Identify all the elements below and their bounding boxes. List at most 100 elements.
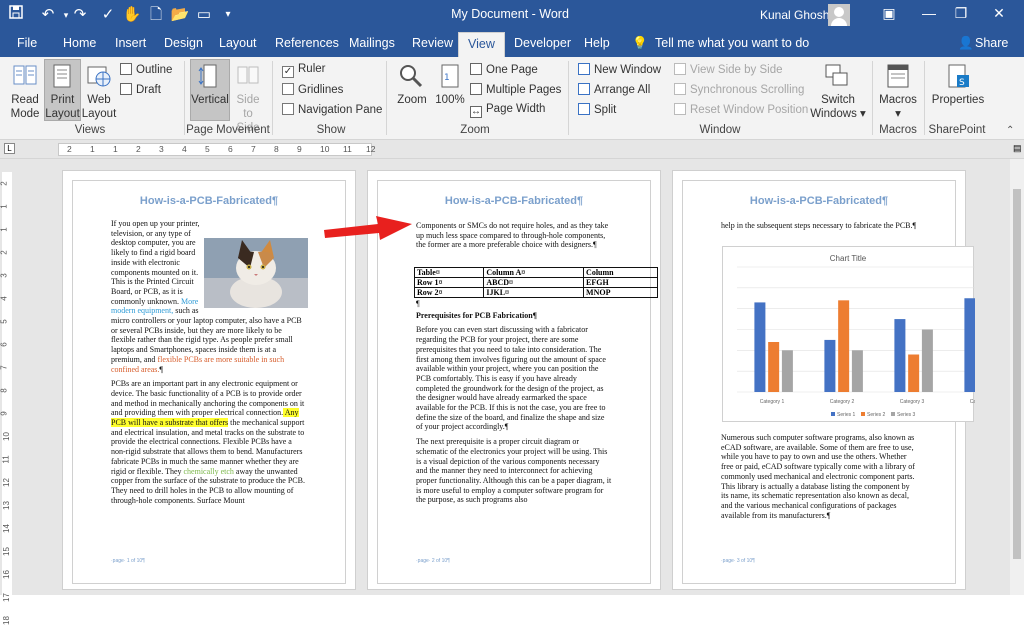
avatar[interactable] (828, 4, 850, 26)
checkbox-unchecked-icon (282, 83, 294, 95)
table-cell[interactable]: MNOP (583, 287, 658, 298)
ribbon-display-options-icon[interactable]: ▣ (874, 5, 904, 22)
touch-mode-icon[interactable]: ✋ (122, 5, 142, 25)
close-button[interactable]: ✕ (984, 5, 1014, 22)
ruler-tick-label: 8 (274, 144, 279, 154)
ruler-tick-label: 11 (1, 455, 11, 464)
page-1[interactable]: How-is-a-PCB-Fabricated¶ If you open up … (62, 170, 356, 590)
page3-p1: help in the subsequent steps necessary t… (721, 221, 917, 230)
tab-mailings[interactable]: Mailings (349, 36, 395, 50)
page-3[interactable]: How-is-a-PCB-Fabricated¶ help in the sub… (672, 170, 975, 590)
page-movement-group-label: Page Movement (186, 124, 270, 136)
zoom-100-button[interactable]: 100% (432, 93, 468, 107)
vertical-scrollbar[interactable] (1010, 159, 1024, 595)
horizontal-ruler-bar: L 2 1 1 2 3 4 5 6 7 8 9 10 11 12 ▤ (0, 140, 1024, 159)
ruler-tick-label: 5 (0, 319, 9, 324)
read-mode-button[interactable]: Read Mode (6, 93, 44, 121)
web-layout-button[interactable]: Web Layout (80, 93, 118, 121)
restore-button[interactable]: ❐ (946, 5, 976, 22)
table-cell[interactable]: EFGH (583, 277, 658, 288)
svg-text:S: S (959, 78, 965, 88)
legend-swatch (831, 412, 835, 416)
split-button[interactable]: Split (578, 103, 616, 116)
tab-insert[interactable]: Insert (115, 36, 146, 50)
arrange-all-button[interactable]: Arrange All (578, 83, 650, 96)
gridlines-checkbox[interactable]: Gridlines (282, 83, 343, 96)
chart-canvas: Category 1 Category 2 Category 3 Category 4… (737, 266, 975, 418)
macros-button[interactable]: Macros ▾ (876, 93, 920, 121)
page-width-icon: ↔ (470, 106, 482, 118)
open-folder-icon[interactable]: 📂 (170, 5, 190, 25)
undo-icon[interactable]: ↶ (38, 5, 58, 25)
embedded-chart[interactable]: Chart Title Category 1 Category 2 Category… (722, 246, 975, 422)
horizontal-ruler[interactable]: 2 1 1 2 3 4 5 6 7 8 9 10 11 12 (58, 143, 375, 156)
lightbulb-icon: 💡 (632, 36, 648, 50)
spelling-check-icon[interactable]: ✓ (98, 5, 118, 25)
print-layout-button[interactable]: Print Layout (44, 93, 81, 121)
page-width-button[interactable]: ↔ Page Width (470, 103, 545, 118)
tab-home[interactable]: Home (63, 36, 96, 50)
tab-view[interactable]: View (458, 32, 505, 57)
share-button[interactable]: Share (975, 36, 1008, 50)
document-title: My Document - Word (451, 7, 569, 21)
web-layout-icon (86, 63, 112, 94)
table-cell[interactable]: Column A¤ (483, 267, 585, 278)
table-cell[interactable]: Row 2¤ (413, 287, 485, 298)
table-cell[interactable]: ABCD¤ (483, 277, 585, 288)
tab-selector-icon[interactable]: L (4, 143, 15, 154)
table-cell[interactable]: Table¤ (413, 267, 485, 278)
vertical-button[interactable]: Vertical (190, 93, 230, 107)
show-group-label: Show (316, 124, 346, 136)
zoom-button[interactable]: Zoom (394, 93, 430, 107)
page2-body[interactable]: ¶ Prerequisites for PCB Fabrication¶ Bef… (416, 299, 612, 510)
page-footer: ·page· 1 of 10¶ (111, 558, 145, 564)
view-ruler-icon[interactable]: ▤ (1013, 143, 1022, 154)
ruler-tick-label: 10 (320, 144, 330, 154)
tab-developer[interactable]: Developer (514, 36, 571, 50)
chart-bar (964, 298, 975, 392)
properties-button[interactable]: Properties (930, 93, 986, 107)
switch-windows-button[interactable]: Switch Windows ▾ (810, 93, 866, 121)
user-name[interactable]: Kunal Ghosh (760, 8, 829, 22)
table-row: Table¤ Column A¤ Column (413, 267, 658, 278)
tab-help[interactable]: Help (584, 36, 610, 50)
table-cell[interactable]: IJKL¤ (483, 287, 585, 298)
tab-file[interactable]: File (17, 36, 37, 50)
minimize-button[interactable]: — (914, 5, 944, 21)
table-cell[interactable]: Column (583, 267, 658, 278)
multiple-pages-button[interactable]: Multiple Pages (470, 83, 561, 96)
outline-button[interactable]: Outline (120, 63, 172, 76)
ruler-tick-label: 7 (0, 365, 9, 370)
ruler-tick-label: 15 (1, 547, 11, 556)
quick-print-icon[interactable]: ▭ (194, 5, 214, 25)
scrollbar-thumb[interactable] (1013, 189, 1021, 559)
ribbon-tabs: File Home Insert Design Layout Reference… (0, 30, 1024, 57)
tab-review[interactable]: Review (412, 36, 453, 50)
share-icon[interactable]: 👤 (958, 36, 974, 51)
one-page-button[interactable]: One Page (470, 63, 538, 76)
navigation-pane-label: Navigation Pane (298, 104, 383, 116)
ruler-tick-label: 3 (159, 144, 164, 154)
legend-label: Series 2 (867, 412, 886, 418)
tab-references[interactable]: References (275, 36, 339, 50)
page1-p2a: PCBs are an important part in any electr… (111, 379, 305, 418)
navigation-pane-checkbox[interactable]: Navigation Pane (282, 103, 382, 116)
tab-design[interactable]: Design (164, 36, 203, 50)
ruler-checkbox[interactable]: ✓ Ruler (282, 63, 325, 78)
vertical-ruler[interactable]: 2 1 1 2 3 4 5 6 7 8 9 10 11 12 13 14 15 16 17 18 (0, 159, 14, 625)
draft-button[interactable]: Draft (120, 83, 161, 96)
data-table[interactable]: Table¤ Column A¤ Column Row 1¤ ABCD¤ EFGH Ro… (413, 267, 658, 298)
save-icon[interactable] (6, 5, 26, 25)
new-window-icon (578, 63, 590, 75)
customize-toolbar-icon[interactable]: ▾ (218, 5, 238, 25)
ruler-tick-label: 6 (228, 144, 233, 154)
tab-layout[interactable]: Layout (219, 36, 257, 50)
new-document-icon[interactable]: 🗋 (146, 5, 166, 25)
table-cell[interactable]: Row 1¤ (413, 277, 485, 288)
collapse-ribbon-icon[interactable]: ⌃ (1006, 125, 1014, 136)
redo-icon[interactable]: ↷ (70, 5, 90, 25)
new-window-button[interactable]: New Window (578, 63, 661, 76)
chart-bar (754, 302, 766, 392)
tell-me-search[interactable]: Tell me what you want to do (655, 36, 809, 50)
page1-body[interactable]: If you open up your printer, television,… (111, 219, 307, 510)
